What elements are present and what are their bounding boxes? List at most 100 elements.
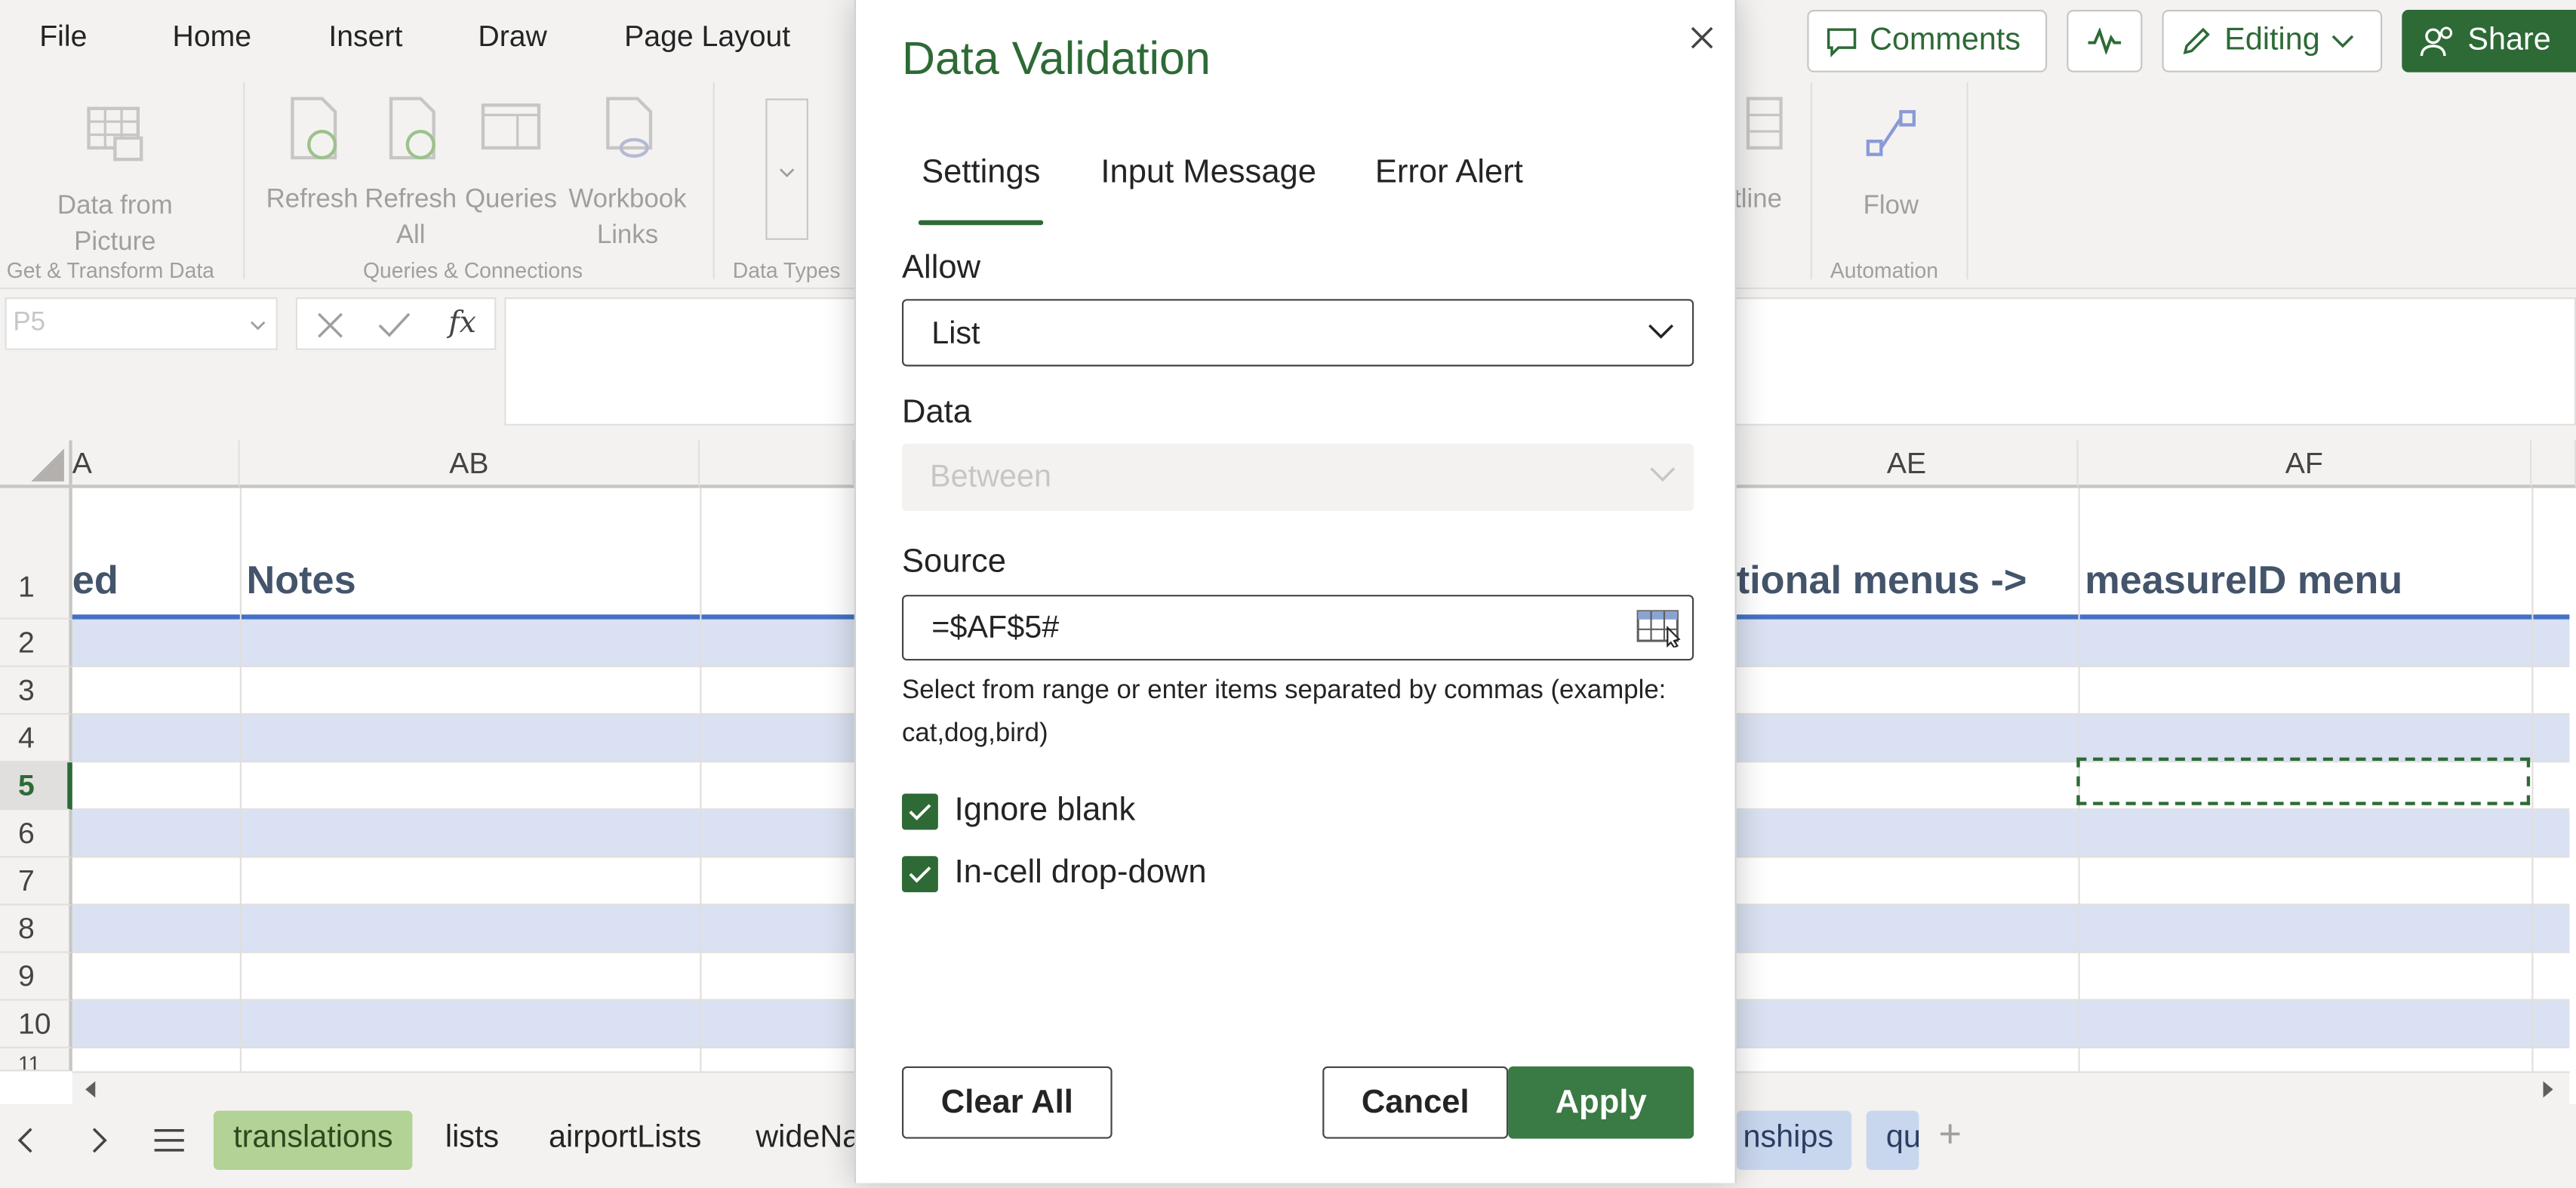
- sheet-tab-airportlists[interactable]: airportLists: [529, 1111, 722, 1170]
- share-label: Share: [2467, 23, 2551, 58]
- source-input[interactable]: =$AF$5#: [902, 595, 1694, 661]
- column-header-af[interactable]: AF: [2078, 440, 2532, 488]
- editing-label: Editing: [2224, 23, 2320, 58]
- row-header-11[interactable]: 11: [0, 1048, 72, 1072]
- group-label-get-transform: Get & Transform Data: [6, 257, 214, 283]
- data-label: Data: [902, 394, 971, 431]
- allow-value: List: [931, 317, 980, 352]
- allow-dropdown[interactable]: List: [902, 299, 1694, 367]
- in-cell-dropdown-checkbox[interactable]: [902, 856, 938, 893]
- row-header-9[interactable]: 9: [0, 953, 72, 1001]
- data-from-picture-button[interactable]: Data from Picture: [33, 102, 198, 261]
- gridline: [700, 488, 702, 1072]
- cell-header-a[interactable]: ed: [72, 559, 237, 605]
- data-value: Between: [930, 460, 1051, 495]
- formula-controls: fx: [295, 297, 497, 350]
- group-label-automation: Automation: [1830, 257, 1938, 283]
- row-header-4[interactable]: 4: [0, 714, 72, 763]
- row-header-10[interactable]: 10: [0, 1000, 72, 1048]
- select-all-corner[interactable]: [0, 440, 72, 488]
- cancel-entry-icon[interactable]: [314, 309, 347, 342]
- cancel-button[interactable]: Cancel: [1322, 1066, 1509, 1139]
- allow-label: Allow: [902, 249, 981, 286]
- share-button[interactable]: Share: [2402, 10, 2576, 72]
- insert-function-icon[interactable]: fx: [448, 306, 476, 340]
- editing-mode-button[interactable]: Editing: [2162, 10, 2383, 72]
- share-people-icon: [2420, 26, 2453, 57]
- row-header-2[interactable]: 2: [0, 619, 72, 667]
- refresh-label: Refresh: [266, 186, 359, 214]
- group-label-queries-connections: Queries & Connections: [363, 257, 583, 283]
- tab-settings[interactable]: Settings: [918, 155, 1045, 226]
- menu-page-layout[interactable]: Page Layout: [624, 20, 790, 54]
- data-validation-dialog: Data Validation Settings Input Message E…: [854, 0, 1737, 1183]
- menu-draw[interactable]: Draw: [478, 20, 546, 54]
- data-types-gallery[interactable]: [765, 98, 808, 240]
- sheet-tab-lists[interactable]: lists: [426, 1111, 519, 1170]
- activity-button[interactable]: [2067, 10, 2143, 72]
- close-icon[interactable]: [1677, 13, 1726, 62]
- flow-button[interactable]: Flow: [1850, 102, 1932, 225]
- apply-button[interactable]: Apply: [1508, 1066, 1694, 1139]
- tab-input-message[interactable]: Input Message: [1100, 155, 1316, 192]
- name-box-value: P5: [13, 309, 46, 337]
- selected-cell-af5[interactable]: [2076, 757, 2531, 805]
- refresh-all-button[interactable]: Refresh All: [365, 95, 457, 254]
- picture-table-icon: [87, 106, 143, 162]
- workbook-links-label: Workbook Links: [568, 186, 687, 250]
- chevron-left-icon[interactable]: [13, 1125, 39, 1155]
- chevron-down-icon: [2331, 35, 2354, 48]
- refresh-button[interactable]: Refresh: [266, 95, 359, 218]
- activity-icon: [2088, 28, 2122, 54]
- menu-file[interactable]: File: [39, 20, 87, 54]
- chevron-down-icon: [1648, 324, 1674, 339]
- column-header-ac[interactable]: [700, 440, 854, 488]
- row-header-3[interactable]: 3: [0, 666, 72, 715]
- sheet-tab-qu[interactable]: qu: [1866, 1110, 1919, 1171]
- row-header-6[interactable]: 6: [0, 810, 72, 858]
- column-header-a[interactable]: A: [72, 440, 240, 488]
- sheet-tab-translations[interactable]: translations: [213, 1110, 413, 1171]
- chevron-down-icon: [1650, 467, 1676, 482]
- menu-home[interactable]: Home: [173, 20, 252, 54]
- excel-window: File Home Insert Draw Page Layout Commen…: [0, 0, 2576, 1188]
- ignore-blank-checkbox[interactable]: [902, 793, 938, 830]
- scroll-left-icon[interactable]: [75, 1075, 105, 1104]
- confirm-entry-icon[interactable]: [376, 309, 412, 342]
- column-header-ae[interactable]: AE: [1736, 440, 2079, 488]
- queries-pane-icon: [481, 103, 541, 150]
- chevron-down-icon: [251, 321, 266, 331]
- cell-header-notes[interactable]: Notes: [247, 559, 356, 605]
- queries-label: Queries: [464, 186, 557, 214]
- row-header-8[interactable]: 8: [0, 905, 72, 953]
- in-cell-dropdown-label[interactable]: In-cell drop-down: [955, 854, 1207, 892]
- menu-insert[interactable]: Insert: [328, 20, 402, 54]
- column-header-ab[interactable]: AB: [239, 440, 700, 488]
- source-label: Source: [902, 543, 1006, 580]
- tab-error-alert[interactable]: Error Alert: [1375, 155, 1523, 192]
- scroll-right-icon[interactable]: [2533, 1075, 2562, 1104]
- source-value: =$AF$5#: [931, 611, 1060, 646]
- add-sheet-button[interactable]: +: [1939, 1113, 1962, 1159]
- clear-all-button[interactable]: Clear All: [902, 1066, 1113, 1139]
- workbook-links-button[interactable]: Workbook Links: [565, 95, 690, 254]
- gridline: [239, 488, 242, 1072]
- all-sheets-menu-icon[interactable]: [152, 1125, 186, 1155]
- comments-button[interactable]: Comments: [1807, 10, 2048, 72]
- sheet-tab-relationships[interactable]: nships: [1736, 1110, 1852, 1171]
- group-label-data-types: Data Types: [732, 257, 841, 283]
- dialog-title: Data Validation: [902, 32, 1211, 85]
- name-box[interactable]: P5: [5, 297, 278, 350]
- cell-header-optional-menus[interactable]: tional menus ->: [1737, 559, 2073, 605]
- range-selector-icon[interactable]: [1636, 608, 1682, 648]
- cell-header-measureid-menu[interactable]: measureID menu: [2085, 559, 2402, 605]
- row-header-1[interactable]: 1: [0, 488, 72, 620]
- queries-button[interactable]: Queries: [463, 95, 559, 218]
- chevron-right-icon[interactable]: [85, 1125, 112, 1155]
- refresh-all-icon: [389, 97, 435, 160]
- row-header-7[interactable]: 7: [0, 857, 72, 906]
- row-header-5[interactable]: 5: [0, 762, 72, 811]
- ignore-blank-label[interactable]: Ignore blank: [955, 792, 1136, 829]
- column-header-ag[interactable]: [2531, 440, 2576, 488]
- group-divider: [1810, 82, 1812, 280]
